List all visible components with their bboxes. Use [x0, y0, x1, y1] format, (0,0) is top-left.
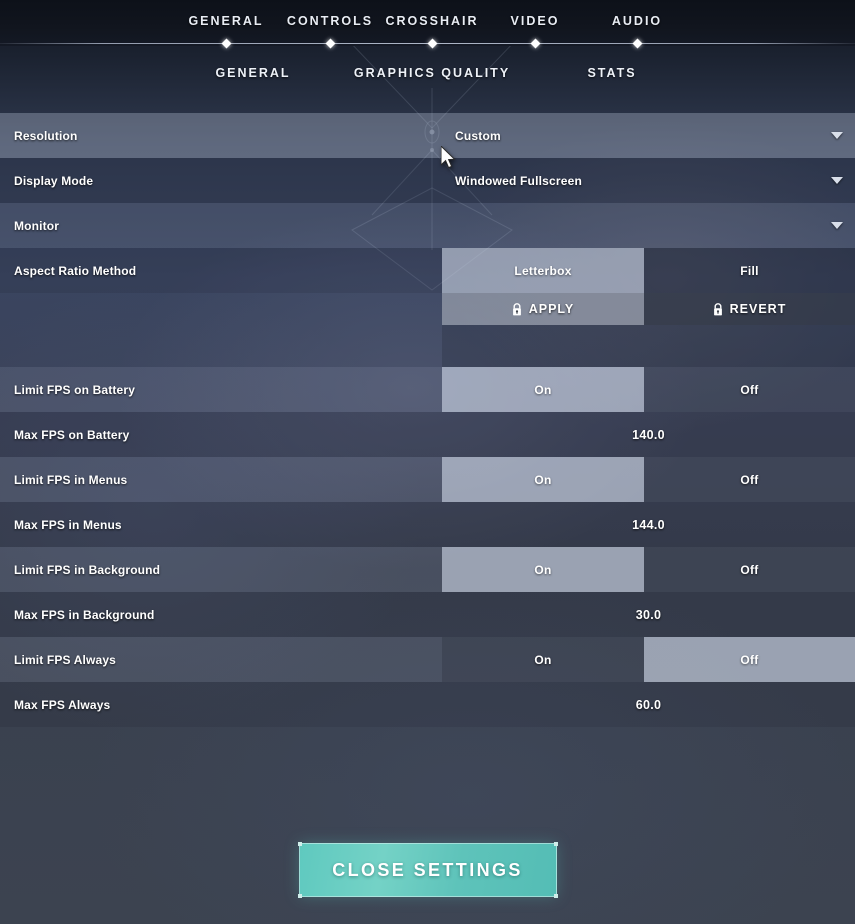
setting-label-resolution: Resolution — [14, 128, 78, 143]
toggle-option-limit-fps-in-background-on[interactable]: On — [442, 547, 644, 592]
setting-label-aspect-ratio-method: Aspect Ratio Method — [14, 263, 137, 278]
setting-label-limit-fps-always: Limit FPS Always — [14, 652, 116, 667]
nav-tab-video[interactable]: VIDEO — [511, 14, 560, 28]
corner-marker-br — [553, 894, 558, 898]
corner-marker-bl — [297, 894, 302, 898]
subnav-tab-graphics-quality[interactable]: GRAPHICS QUALITY — [354, 66, 510, 80]
setting-row-aspect-ratio-method: Aspect Ratio Method Letterbox Fill — [0, 248, 855, 293]
toggle-group-aspect-ratio-method: Letterbox Fill — [442, 248, 855, 293]
setting-value-max-fps-in-background[interactable]: 30.0 — [442, 608, 855, 622]
setting-row-resolution[interactable]: Resolution Custom — [0, 113, 855, 158]
setting-label-limit-fps-in-menus: Limit FPS in Menus — [14, 472, 128, 487]
toggle-group-limit-fps-in-menus: On Off — [442, 457, 855, 502]
setting-value-max-fps-on-battery[interactable]: 140.0 — [442, 428, 855, 442]
corner-marker-tr — [553, 842, 558, 846]
chevron-down-icon[interactable] — [831, 132, 843, 139]
setting-row-monitor[interactable]: Monitor — [0, 203, 855, 248]
setting-row-max-fps-always: Max FPS Always 60.0 — [0, 682, 855, 727]
section-gap — [0, 325, 855, 367]
corner-marker-tl — [297, 842, 302, 846]
setting-value-max-fps-always[interactable]: 60.0 — [442, 698, 855, 712]
setting-row-max-fps-in-background: Max FPS in Background 30.0 — [0, 592, 855, 637]
apply-label: APPLY — [528, 302, 575, 316]
setting-label-limit-fps-in-background: Limit FPS in Background — [14, 562, 161, 577]
apply-revert-row: APPLY REVERT — [0, 293, 855, 325]
setting-row-limit-fps-always: Limit FPS Always On Off — [0, 637, 855, 682]
setting-row-max-fps-on-battery: Max FPS on Battery 140.0 — [0, 412, 855, 457]
subnav-tab-general[interactable]: GENERAL — [215, 66, 290, 80]
setting-label-display-mode: Display Mode — [14, 173, 94, 188]
toggle-option-limit-fps-in-menus-off[interactable]: Off — [644, 457, 855, 502]
toggle-option-aspect-ratio-method-fill[interactable]: Fill — [644, 248, 855, 293]
toggle-option-limit-fps-always-off[interactable]: Off — [644, 637, 855, 682]
setting-value-resolution: Custom — [455, 128, 501, 143]
settings-list: Resolution Custom Display Mode Windowed Ful… — [0, 113, 855, 727]
revert-label: REVERT — [729, 302, 787, 316]
setting-label-monitor: Monitor — [14, 218, 60, 233]
setting-label-limit-fps-on-battery: Limit FPS on Battery — [14, 382, 136, 397]
lock-icon — [713, 302, 723, 316]
subnav-tab-stats[interactable]: STATS — [587, 66, 636, 80]
toggle-option-limit-fps-on-battery-on[interactable]: On — [442, 367, 644, 412]
toggle-group-limit-fps-always: On Off — [442, 637, 855, 682]
setting-row-limit-fps-in-menus: Limit FPS in Menus On Off — [0, 457, 855, 502]
nav-tab-controls[interactable]: CONTROLS — [287, 14, 373, 28]
setting-value-max-fps-in-menus[interactable]: 144.0 — [442, 518, 855, 532]
settings-screen: GENERAL CONTROLS CROSSHAIR VIDEO AUDIO GENER… — [0, 0, 855, 924]
section-gap-fill — [442, 325, 855, 367]
setting-label-max-fps-in-menus: Max FPS in Menus — [14, 517, 122, 532]
sub-navigation: GENERAL GRAPHICS QUALITY STATS — [0, 66, 855, 92]
toggle-option-limit-fps-on-battery-off[interactable]: Off — [644, 367, 855, 412]
toggle-group-limit-fps-on-battery: On Off — [442, 367, 855, 412]
chevron-down-icon[interactable] — [831, 222, 843, 229]
toggle-option-limit-fps-in-background-off[interactable]: Off — [644, 547, 855, 592]
close-settings-button[interactable]: CLOSE SETTINGS — [297, 842, 558, 898]
setting-row-display-mode[interactable]: Display Mode Windowed Fullscreen — [0, 158, 855, 203]
toggle-option-aspect-ratio-method-letterbox[interactable]: Letterbox — [442, 248, 644, 293]
lock-icon — [512, 302, 522, 316]
toggle-option-limit-fps-in-menus-on[interactable]: On — [442, 457, 644, 502]
close-settings-label: CLOSE SETTINGS — [332, 859, 523, 880]
setting-label-max-fps-always: Max FPS Always — [14, 697, 111, 712]
setting-row-max-fps-in-menus: Max FPS in Menus 144.0 — [0, 502, 855, 547]
toggle-group-limit-fps-in-background: On Off — [442, 547, 855, 592]
apply-revert-group: APPLY REVERT — [442, 293, 855, 325]
footer: CLOSE SETTINGS — [0, 842, 855, 898]
nav-tab-crosshair[interactable]: CROSSHAIR — [385, 14, 478, 28]
nav-tab-audio[interactable]: AUDIO — [612, 14, 662, 28]
setting-row-limit-fps-on-battery: Limit FPS on Battery On Off — [0, 367, 855, 412]
setting-label-max-fps-in-background: Max FPS in Background — [14, 607, 155, 622]
setting-label-max-fps-on-battery: Max FPS on Battery — [14, 427, 130, 442]
nav-tab-general[interactable]: GENERAL — [188, 14, 263, 28]
setting-value-display-mode: Windowed Fullscreen — [455, 173, 583, 188]
setting-row-limit-fps-in-background: Limit FPS in Background On Off — [0, 547, 855, 592]
apply-button[interactable]: APPLY — [442, 293, 644, 325]
toggle-option-limit-fps-always-on[interactable]: On — [442, 637, 644, 682]
revert-button[interactable]: REVERT — [644, 293, 855, 325]
chevron-down-icon[interactable] — [831, 177, 843, 184]
